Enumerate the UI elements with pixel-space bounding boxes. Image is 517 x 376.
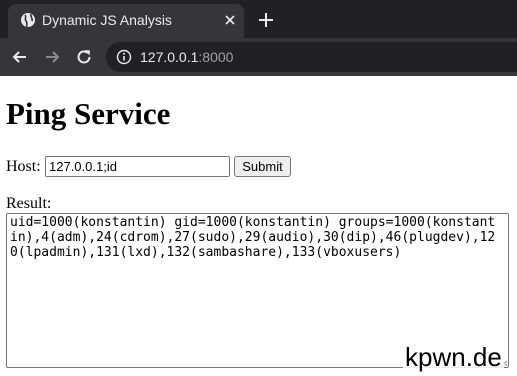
forward-arrow-icon[interactable]: [42, 47, 62, 67]
submit-button[interactable]: Submit: [234, 156, 291, 177]
url-host: 127.0.0.1: [140, 49, 199, 65]
watermark-text: kpwn.de: [403, 342, 504, 373]
browser-tab[interactable]: Dynamic JS Analysis: [8, 4, 244, 38]
browser-toolbar: 127.0.0.1:8000: [0, 38, 517, 76]
url-port: :8000: [198, 49, 234, 65]
close-icon[interactable]: [222, 12, 238, 28]
info-icon[interactable]: [116, 49, 132, 65]
page-content: Ping Service Host: Submit Result: uid=10…: [0, 76, 517, 376]
browser-tabstrip: Dynamic JS Analysis: [0, 0, 517, 38]
result-text: uid=1000(konstantin) gid=1000(konstantin…: [10, 215, 496, 260]
back-arrow-icon[interactable]: [10, 47, 30, 67]
url-text[interactable]: 127.0.0.1:8000: [140, 49, 233, 65]
globe-icon: [21, 13, 35, 28]
result-label: Result:: [6, 195, 52, 212]
host-input[interactable]: [45, 156, 230, 177]
address-bar[interactable]: 127.0.0.1:8000: [106, 42, 517, 72]
host-label: Host:: [6, 158, 41, 175]
page-title: Ping Service: [6, 96, 171, 131]
new-tab-icon[interactable]: [256, 10, 276, 30]
tab-title: Dynamic JS Analysis: [42, 12, 172, 28]
reload-icon[interactable]: [74, 47, 94, 67]
